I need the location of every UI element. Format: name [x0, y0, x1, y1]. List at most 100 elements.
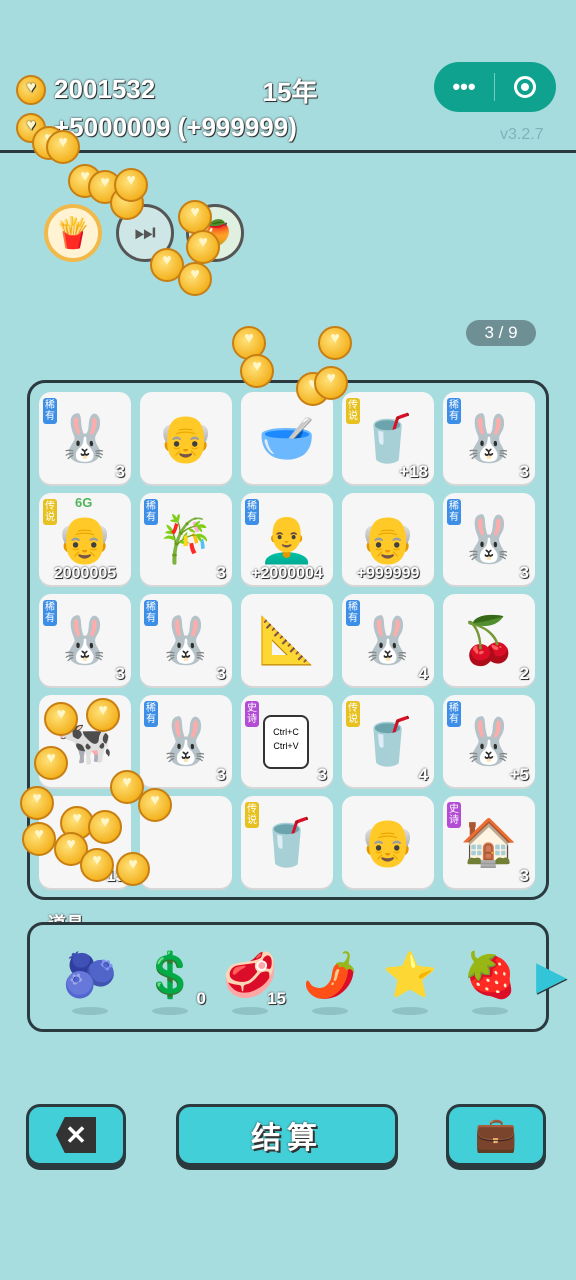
- prop-count: 15: [267, 989, 286, 1008]
- board-cell[interactable]: 史诗 🏠 3: [443, 796, 535, 888]
- coin-icon: [16, 74, 46, 105]
- prop-count: 0: [196, 989, 206, 1008]
- cell-count: +2000004: [251, 565, 323, 582]
- board-cell[interactable]: 稀有 🐰 3: [443, 392, 535, 484]
- next-arrow-icon[interactable]: ▶: [536, 953, 567, 999]
- rarity-tag: 史诗: [245, 701, 259, 727]
- close-icon: ✕: [56, 1117, 96, 1153]
- prop-shadow: [472, 1007, 508, 1015]
- flying-coin-icon: [178, 262, 212, 296]
- item-icon: 👴: [359, 513, 417, 565]
- quit-button[interactable]: ✕: [26, 1104, 126, 1166]
- flying-coin-icon: [44, 702, 78, 736]
- board-cell[interactable]: 传说 6G 👴 2000005: [39, 493, 131, 585]
- prop-icon: 🍓: [462, 951, 518, 1000]
- prop-shadow: [232, 1007, 268, 1015]
- flying-coin-icon: [114, 168, 148, 202]
- board-cell[interactable]: 史诗 Ctrl+C Ctrl+V 3: [241, 695, 333, 787]
- prop-item[interactable]: 🫐: [60, 949, 120, 1019]
- cell-count: 3: [519, 563, 529, 582]
- mini-program-capsule: •••: [434, 62, 556, 112]
- close-miniprogram-button[interactable]: [495, 76, 555, 98]
- briefcase-icon: 💼: [474, 1116, 518, 1154]
- flying-coin-icon: [34, 746, 68, 780]
- board-cell[interactable]: 📐: [241, 594, 333, 686]
- cell-count: 3: [519, 866, 529, 885]
- item-icon: 👴: [359, 816, 417, 868]
- prop-item[interactable]: 💲 0: [140, 949, 206, 1019]
- item-icon: 🐰: [157, 715, 215, 767]
- item-icon: 🥣: [258, 412, 316, 464]
- item-icon: 🏠: [460, 816, 518, 868]
- board-cell[interactable]: 稀有 👨‍🦲 +2000004: [241, 493, 333, 585]
- item-icon: 🎋: [157, 513, 215, 565]
- prop-item[interactable]: 🥩 15: [220, 949, 286, 1019]
- board-cell[interactable]: 稀有 🐰 +5: [443, 695, 535, 787]
- flying-coin-icon: [314, 366, 348, 400]
- prop-icon: 💲: [142, 951, 198, 1000]
- fries-icon: 🍟: [54, 216, 92, 250]
- cell-count: 3: [115, 664, 125, 683]
- prop-shadow: [392, 1007, 428, 1015]
- cell-count: 3: [519, 462, 529, 481]
- item-icon: 🥤: [258, 816, 316, 868]
- cell-count: 3: [216, 664, 226, 683]
- board-cell[interactable]: 传说 🥤 +18: [342, 392, 434, 484]
- settle-button[interactable]: 结算: [176, 1104, 398, 1166]
- board-cell[interactable]: 传说 🥤 4: [342, 695, 434, 787]
- flying-coin-icon: [86, 698, 120, 732]
- board-cell[interactable]: 稀有 🐰 4: [342, 594, 434, 686]
- flying-coin-icon: [186, 230, 220, 264]
- keyboard-shortcut-icon: Ctrl+C Ctrl+V: [263, 715, 309, 769]
- board-cell[interactable]: 稀有 🐰 3: [140, 594, 232, 686]
- cell-count: 2000005: [53, 565, 117, 582]
- prop-icon: ⭐: [382, 951, 438, 1000]
- item-icon: 🐰: [460, 715, 518, 767]
- prop-item[interactable]: 🍓: [460, 949, 520, 1019]
- board-cell[interactable]: 👴 +999999: [342, 493, 434, 585]
- prop-item[interactable]: ⭐: [380, 949, 440, 1019]
- prop-shadow: [312, 1007, 348, 1015]
- item-icon: 👨‍🦲: [258, 513, 316, 565]
- prop-icon: 🫐: [62, 951, 118, 1000]
- flying-coin-icon: [80, 848, 114, 882]
- skip-forward-icon: ⏭: [134, 219, 156, 246]
- board-cell[interactable]: 稀有 🐰 3: [39, 594, 131, 686]
- board-cell[interactable]: 稀有 🐰 3: [443, 493, 535, 585]
- flying-coin-icon: [20, 786, 54, 820]
- flying-coin-icon: [116, 852, 150, 886]
- board-cell[interactable]: 稀有 🐰 3: [140, 695, 232, 787]
- board-cell[interactable]: 稀有 🐰 3: [39, 392, 131, 484]
- board-cell[interactable]: 传说 🥤: [241, 796, 333, 888]
- item-icon: 📐: [258, 614, 316, 666]
- item-icon: 🐰: [157, 614, 215, 666]
- flying-coin-icon: [22, 822, 56, 856]
- header-divider: [0, 150, 576, 153]
- board-cell[interactable]: 稀有 🎋 3: [140, 493, 232, 585]
- item-icon: 👴: [56, 513, 114, 565]
- fries-skill-button[interactable]: 🍟: [44, 204, 102, 262]
- flying-coin-icon: [318, 326, 352, 360]
- items-bar: 🫐 💲 0 🥩 15 🌶️ ⭐ 🍓 ▶: [27, 922, 567, 1032]
- cell-count: 2: [519, 664, 529, 683]
- coin-balance-value: 2001532: [54, 74, 156, 104]
- board-cell[interactable]: 👴: [140, 392, 232, 484]
- cell-count: +999999: [356, 565, 420, 582]
- item-icon: 🐰: [460, 513, 518, 565]
- board-cell[interactable]: 🍒 2: [443, 594, 535, 686]
- board-cell[interactable]: 🥣: [241, 392, 333, 484]
- board-cell[interactable]: 👴: [342, 796, 434, 888]
- prop-item[interactable]: 🌶️: [300, 949, 360, 1019]
- more-menu-icon[interactable]: •••: [434, 74, 494, 100]
- cell-count: 3: [115, 462, 125, 481]
- item-icon: 🐰: [359, 614, 417, 666]
- network-label: 6G: [75, 495, 93, 510]
- flying-coin-icon: [178, 200, 212, 234]
- cell-count: +18: [399, 462, 428, 481]
- bag-button[interactable]: 💼: [446, 1104, 546, 1166]
- item-icon: 🍒: [460, 614, 518, 666]
- item-icon: 👴: [157, 412, 215, 464]
- prop-shadow: [152, 1007, 188, 1015]
- cell-count: 4: [418, 664, 428, 683]
- flying-coin-icon: [138, 788, 172, 822]
